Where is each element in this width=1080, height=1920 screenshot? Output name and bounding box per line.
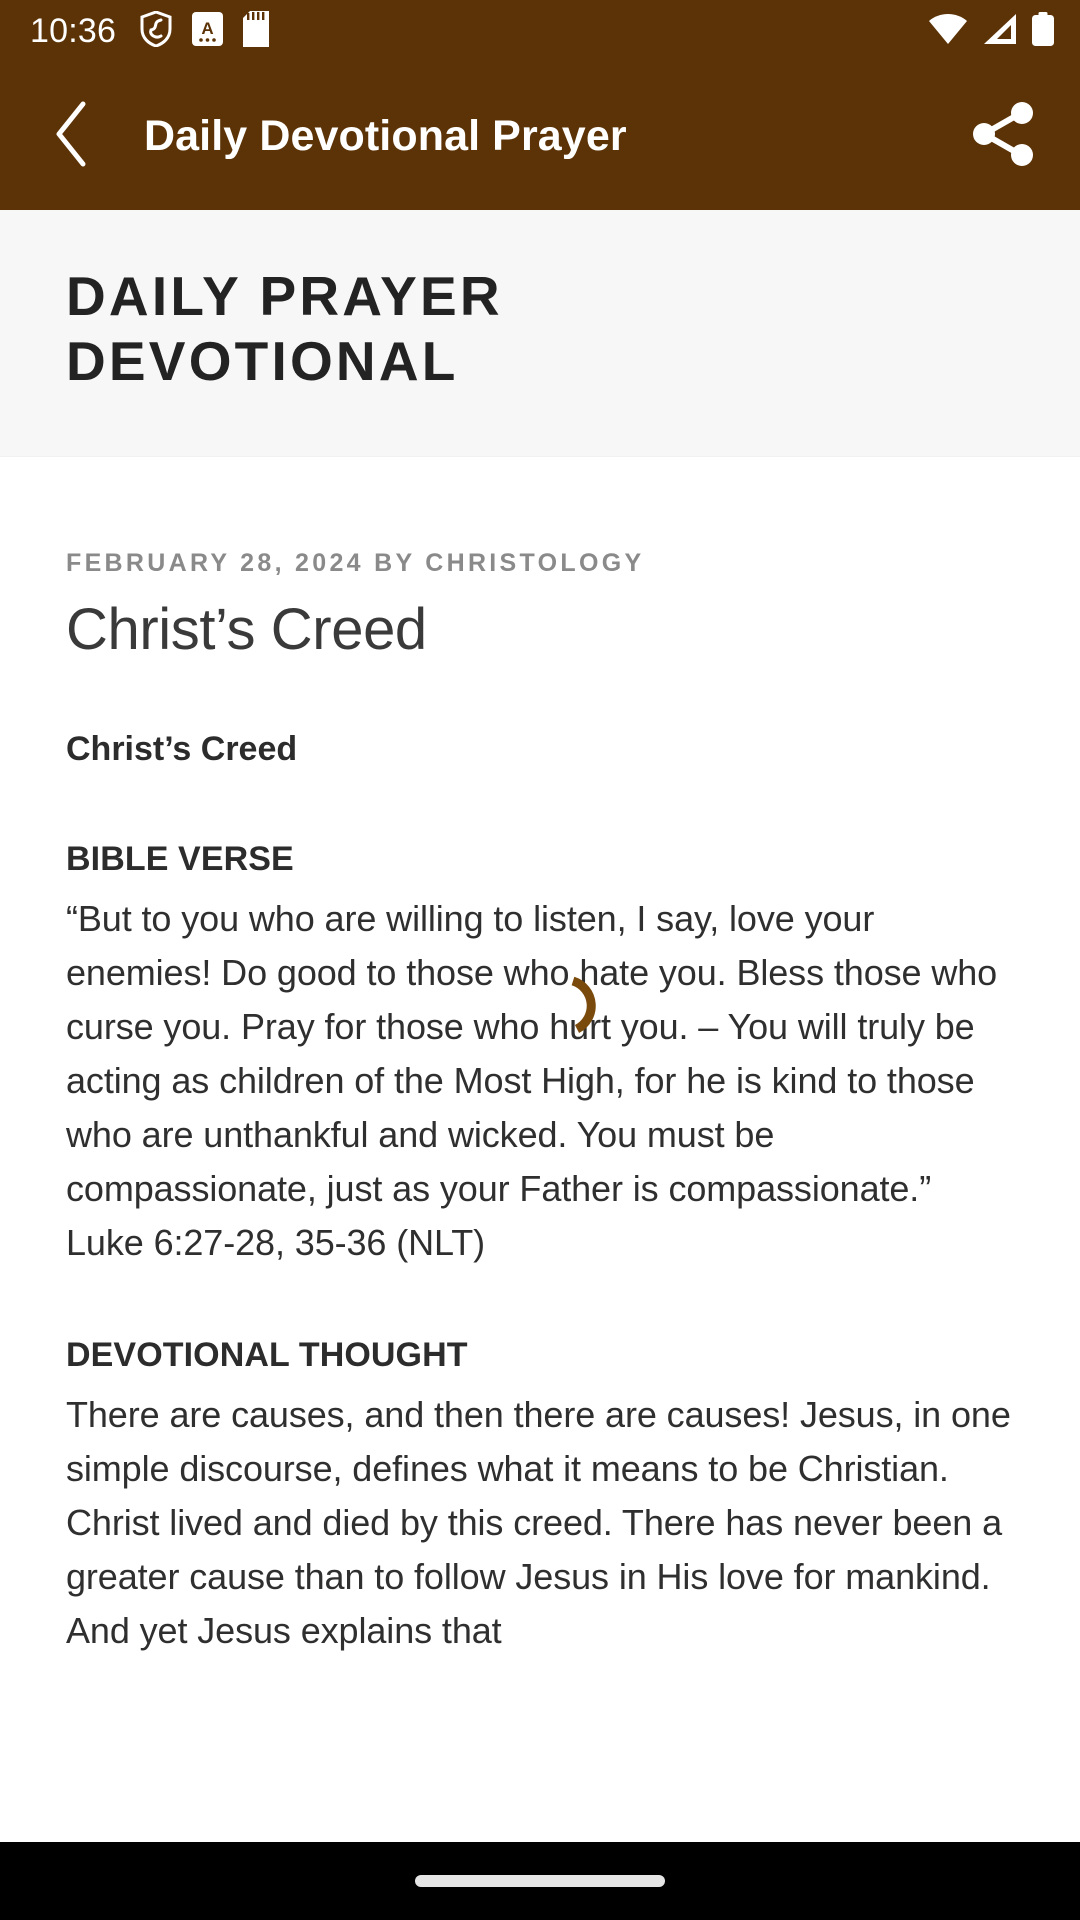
share-icon xyxy=(967,97,1041,176)
status-bar: 10:36 A xyxy=(0,0,1080,62)
article-subheading: Christ’s Creed xyxy=(66,730,298,769)
section-body-bible-verse: “But to you who are willing to listen, I… xyxy=(66,897,998,1263)
sd-card-icon xyxy=(243,10,270,52)
wifi-icon xyxy=(928,13,968,50)
app-badge-a-icon: A xyxy=(192,11,224,51)
site-header-line-2: DEVOTIONAL xyxy=(66,329,459,392)
site-header: DAILY PRAYER DEVOTIONAL xyxy=(0,210,1080,457)
system-navigation-bar xyxy=(0,1842,1080,1920)
chevron-left-icon xyxy=(53,101,93,172)
shield-icon xyxy=(140,9,172,52)
share-button[interactable] xyxy=(962,94,1046,178)
section-heading-bible-verse: BIBLE VERSE xyxy=(66,840,294,879)
cellular-signal-icon xyxy=(982,13,1018,50)
app-bar-title: Daily Devotional Prayer xyxy=(144,111,627,160)
status-bar-left-icons: A xyxy=(140,9,270,52)
phone-screen: 10:36 A Daily Devotional Prayer DAILY PR… xyxy=(0,0,1080,1920)
svg-text:A: A xyxy=(201,19,213,38)
home-gesture-pill[interactable] xyxy=(415,1875,665,1887)
article-content: FEBRUARY 28, 2024 BY CHRISTOLOGY Christ’… xyxy=(0,456,1080,1842)
article-title: Christ’s Creed xyxy=(66,596,427,662)
status-bar-right-icons xyxy=(928,11,1054,51)
battery-icon xyxy=(1032,11,1054,51)
status-bar-clock: 10:36 xyxy=(30,12,117,50)
app-bar: Daily Devotional Prayer xyxy=(0,62,1080,210)
section-body-devotional-thought: There are causes, and then there are cau… xyxy=(66,1393,1011,1651)
back-button[interactable] xyxy=(34,97,112,175)
section-heading-devotional-thought: DEVOTIONAL THOUGHT xyxy=(66,1335,468,1374)
site-header-line-1: DAILY PRAYER xyxy=(66,265,503,327)
article-meta: FEBRUARY 28, 2024 BY CHRISTOLOGY xyxy=(66,548,645,577)
